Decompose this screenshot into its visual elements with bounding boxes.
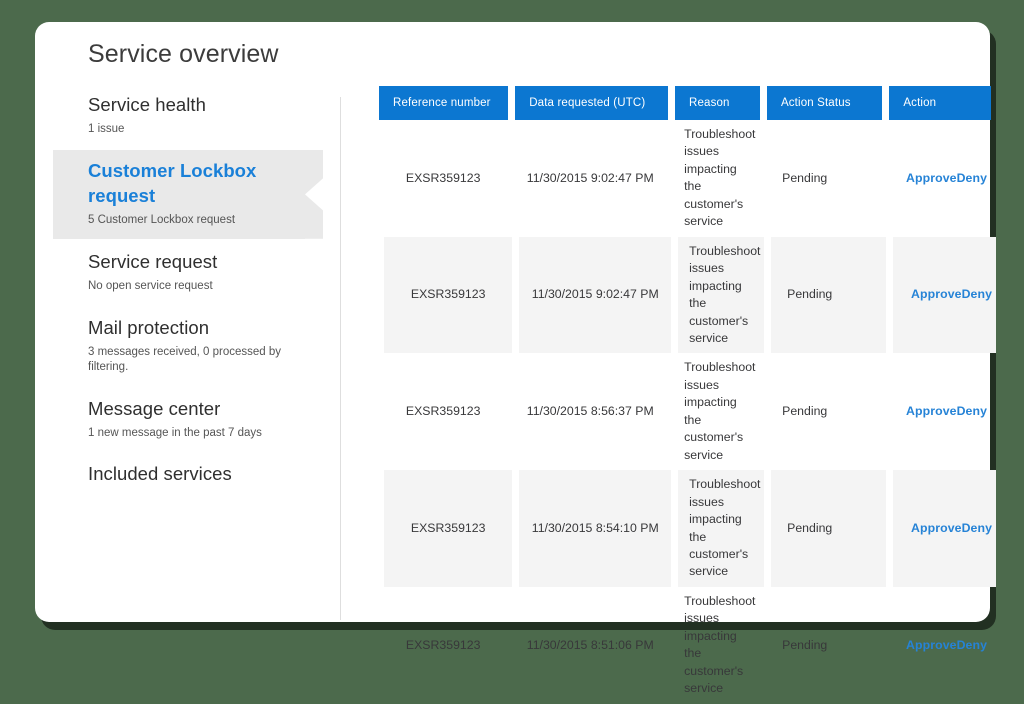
- table-row: EXSR359123 11/30/2015 8:51:06 PM Troublesh…: [379, 587, 991, 704]
- approve-link[interactable]: Approve: [911, 520, 962, 537]
- sidebar-item-message-center[interactable]: Message center 1 new message in the past …: [53, 388, 305, 452]
- deny-link[interactable]: Deny: [957, 403, 987, 420]
- selected-pointer-icon: [305, 149, 323, 239]
- sidebar-item-mail-protection[interactable]: Mail protection 3 messages received, 0 pr…: [53, 307, 305, 386]
- sidebar-item-subtitle: 1 new message in the past 7 days: [88, 426, 262, 439]
- cell-action-status: Pending: [771, 470, 886, 587]
- deny-link[interactable]: Deny: [957, 170, 987, 187]
- cell-reference-number: EXSR359123: [384, 236, 513, 354]
- cell-action: Approve Deny: [888, 353, 991, 470]
- table-row: EXSR359123 11/30/2015 9:02:47 PM Troublesh…: [384, 236, 996, 354]
- column-header-reference-number[interactable]: Reference number: [379, 86, 509, 120]
- table-row: EXSR359123 11/30/2015 8:54:10 PM Troublesh…: [384, 470, 996, 587]
- sidebar-item-title: Message center: [88, 397, 221, 419]
- sidebar-item-title: Customer Lockbox request: [88, 159, 257, 206]
- column-header-reason[interactable]: Reason: [675, 86, 760, 120]
- column-header-action[interactable]: Action: [889, 86, 991, 120]
- sidebar-nav: Service health 1 issue Customer Lockbox re…: [53, 84, 323, 500]
- cell-action-status: Pending: [782, 404, 828, 419]
- cell-action: Approve Deny: [888, 587, 991, 704]
- cell-reason: Troubleshoot issues impacting the custom…: [678, 236, 765, 354]
- cell-reference-number: EXSR359123: [384, 470, 513, 587]
- table-row: EXSR359123 11/30/2015 8:56:37 PM Troublesh…: [379, 353, 991, 470]
- sidebar-item-title: Included services: [88, 463, 232, 485]
- deny-link[interactable]: Deny: [957, 637, 987, 654]
- approve-link[interactable]: Approve: [906, 170, 957, 187]
- cell-reason: Troubleshoot issues impacting the custom…: [678, 470, 765, 587]
- approve-link[interactable]: Approve: [906, 403, 957, 420]
- sidebar-item-subtitle: 1 issue: [88, 122, 125, 135]
- sidebar-item-customer-lockbox-request[interactable]: Customer Lockbox request 5 Customer Lockb…: [53, 149, 323, 239]
- cell-reference-number: EXSR359123: [405, 170, 481, 185]
- page-title: Service overview: [88, 40, 279, 68]
- sidebar-item-title: Service request: [88, 250, 218, 272]
- sidebar-item-subtitle: No open service request: [88, 279, 213, 292]
- deny-link[interactable]: Deny: [962, 286, 992, 303]
- deny-link[interactable]: Deny: [962, 520, 992, 537]
- approve-link[interactable]: Approve: [911, 286, 962, 303]
- cell-data-requested: 11/30/2015 8:51:06 PM: [526, 637, 654, 652]
- cell-data-requested: 11/30/2015 8:56:37 PM: [526, 404, 654, 419]
- service-overview-window: Service overview Service health 1 issue Cu…: [35, 22, 996, 695]
- sidebar-item-subtitle: 3 messages received, 0 processed by filt…: [88, 345, 282, 373]
- cell-reason: Troubleshoot issues impacting the custom…: [684, 593, 756, 696]
- cell-reason: Troubleshoot issues impacting the custom…: [684, 360, 756, 462]
- cell-data-requested: 11/30/2015 9:02:47 PM: [526, 170, 654, 185]
- column-header-data-requested-utc[interactable]: Data requested (UTC): [515, 86, 669, 120]
- sidebar-item-title: Mail protection: [88, 316, 210, 338]
- sidebar-item-subtitle: 5 Customer Lockbox request: [88, 213, 236, 226]
- sidebar-item-service-health[interactable]: Service health 1 issue: [53, 84, 305, 148]
- column-header-action-status[interactable]: Action Status: [766, 86, 883, 120]
- cell-reason: Troubleshoot issues impacting the custom…: [684, 127, 756, 229]
- cell-action: Approve Deny: [893, 236, 996, 354]
- cell-data-requested: 11/30/2015 9:02:47 PM: [519, 236, 672, 354]
- table-header-row: Reference number Data requested (UTC) Reas…: [379, 86, 991, 120]
- cell-reference-number: EXSR359123: [405, 404, 481, 419]
- sidebar-item-included-services[interactable]: Included services: [53, 453, 305, 498]
- cell-action-status: Pending: [782, 637, 828, 652]
- approve-link[interactable]: Approve: [906, 637, 957, 654]
- table-body: EXSR359123 11/30/2015 9:02:47 PM Troublesh…: [379, 120, 996, 704]
- sidebar-item-title: Service health: [88, 94, 206, 115]
- sidebar-divider: [340, 97, 341, 620]
- cell-action: Approve Deny: [888, 120, 991, 237]
- cell-action: Approve Deny: [893, 470, 996, 587]
- cell-action-status: Pending: [782, 170, 828, 185]
- cell-data-requested: 11/30/2015 8:54:10 PM: [519, 470, 672, 587]
- table-row: EXSR359123 11/30/2015 9:02:47 PM Troublesh…: [379, 120, 991, 237]
- cell-reference-number: EXSR359123: [405, 637, 481, 652]
- sidebar-item-service-request[interactable]: Service request No open service request: [53, 241, 305, 305]
- lockbox-requests-table: Reference number Data requested (UTC) Reas…: [379, 86, 996, 704]
- cell-action-status: Pending: [771, 236, 886, 354]
